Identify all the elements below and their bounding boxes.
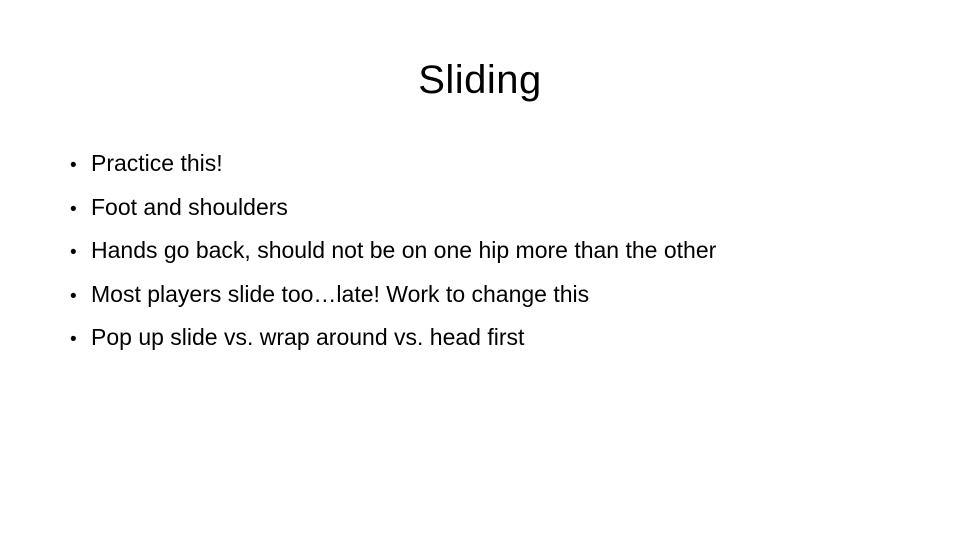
bullet-icon: • bbox=[70, 242, 77, 263]
bullet-icon: • bbox=[70, 155, 77, 176]
bullet-text: Practice this! bbox=[91, 150, 223, 176]
bullet-item: • Practice this! bbox=[70, 143, 716, 187]
bullet-item: • Foot and shoulders bbox=[70, 187, 716, 231]
slide-title: Sliding bbox=[418, 58, 542, 102]
bullet-text: Most players slide too…late! Work to cha… bbox=[91, 280, 590, 307]
bullet-text: Pop up slide vs. wrap around vs. head fi… bbox=[91, 324, 525, 350]
bullet-icon: • bbox=[70, 329, 77, 350]
bullet-icon: • bbox=[70, 285, 77, 307]
bullet-icon: • bbox=[70, 198, 77, 220]
bullet-list: • Practice this! • Foot and shoulders • … bbox=[70, 143, 716, 361]
slide: Sliding • Practice this! • Foot and shou… bbox=[0, 0, 960, 540]
bullet-item: • Hands go back, should not be on one hi… bbox=[70, 230, 716, 274]
bullet-text: Hands go back, should not be on one hip … bbox=[91, 237, 717, 263]
bullet-item: • Most players slide too…late! Work to c… bbox=[70, 274, 716, 318]
bullet-text: Foot and shoulders bbox=[91, 193, 288, 220]
bullet-item: • Pop up slide vs. wrap around vs. head … bbox=[70, 317, 716, 361]
